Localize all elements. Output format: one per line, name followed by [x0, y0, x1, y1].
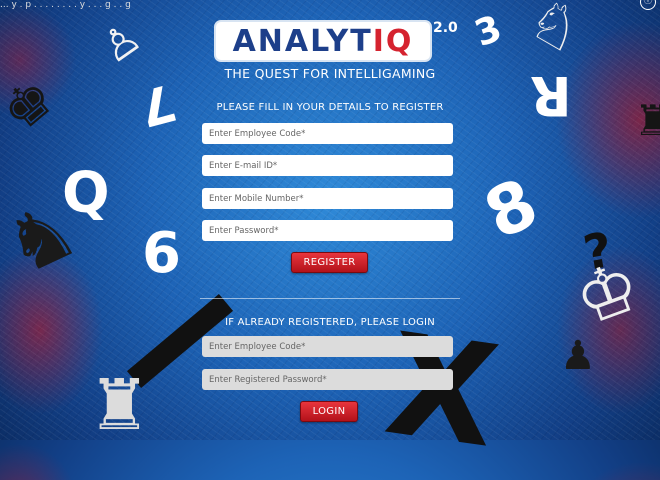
- section-divider: [200, 298, 460, 299]
- info-icon[interactable]: ⓘ: [640, 0, 656, 10]
- logo-version: 2.0: [433, 20, 458, 36]
- login-button[interactable]: LOGIN: [300, 401, 358, 422]
- decor-eight: 8: [473, 163, 550, 256]
- window-title: ... y . p . . . . . . . . y . . . g . . …: [0, 0, 131, 10]
- tagline: THE QUEST FOR INTELLIGAMING: [224, 66, 436, 81]
- register-mobile-input[interactable]: [202, 188, 453, 209]
- login-password-input[interactable]: [202, 369, 453, 390]
- app-logo: ANALYTIQ: [216, 22, 430, 60]
- black-pawn-icon: ♟: [560, 333, 596, 379]
- white-rook-icon: ♜: [88, 364, 151, 446]
- logo-text: ANALYTIQ: [232, 23, 414, 59]
- register-title: PLEASE FILL IN YOUR DETAILS TO REGISTER: [216, 102, 444, 113]
- white-pawn-icon: ♙: [91, 11, 151, 74]
- decor-three: 3: [469, 7, 508, 56]
- register-employee-code-input[interactable]: [202, 123, 453, 144]
- register-button[interactable]: REGISTER: [291, 252, 368, 273]
- register-password-input[interactable]: [202, 220, 453, 241]
- decor-six: 6: [142, 221, 181, 286]
- register-email-input[interactable]: [202, 155, 453, 176]
- white-knight-icon: ♘: [516, 0, 596, 68]
- login-employee-code-input[interactable]: [202, 336, 453, 357]
- login-title: IF ALREADY REGISTERED, PLEASE LOGIN: [225, 317, 435, 328]
- decor-q: Q: [62, 161, 110, 226]
